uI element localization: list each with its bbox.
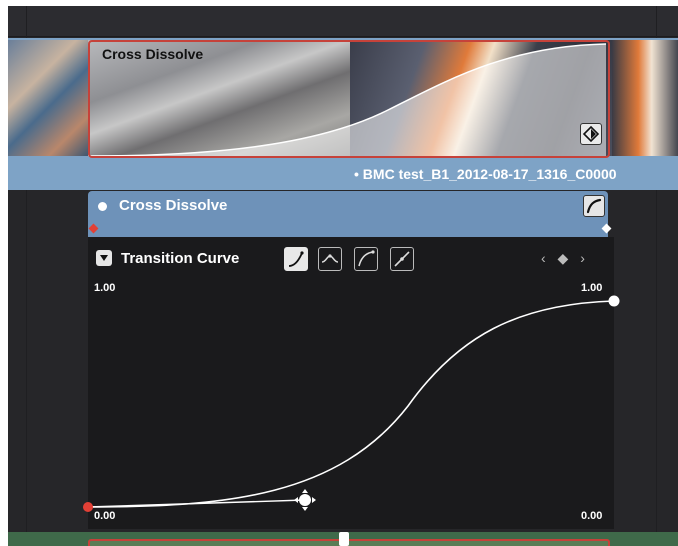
ease-in-out-preset-button[interactable]	[318, 247, 342, 271]
curve-panel-title: Transition Curve	[121, 250, 240, 267]
bezier-handle-icon[interactable]	[294, 489, 316, 511]
ease-in-out-preset-icon	[321, 254, 339, 263]
ease-in-preset-button[interactable]	[284, 247, 308, 271]
following-clip-thumbnail[interactable]	[612, 40, 678, 156]
header-dot-icon	[98, 202, 107, 211]
transition-header-title: Cross Dissolve	[119, 197, 228, 214]
linear-preset-button[interactable]	[390, 247, 414, 271]
start-curve-point[interactable]	[83, 502, 93, 512]
transition-header: Cross Dissolve	[88, 191, 608, 221]
timeline-ruler[interactable]	[8, 6, 678, 37]
ease-in-preset-icon	[288, 251, 304, 267]
linear-preset-icon	[394, 251, 410, 267]
editor-frame: Cross Dissolve • BMC test_B1_2012-08-17_…	[8, 6, 678, 546]
end-curve-point[interactable]	[608, 295, 620, 307]
curve-editor-toggle-button[interactable]	[583, 195, 605, 217]
transition-curve-graph[interactable]	[78, 286, 638, 526]
ease-out-preset-button[interactable]	[354, 247, 378, 271]
curve-icon	[586, 198, 602, 214]
transition-clip-title: Cross Dissolve	[102, 46, 204, 62]
audio-clip[interactable]	[88, 539, 610, 546]
ease-out-preset-icon	[358, 250, 375, 267]
keyframe-strip[interactable]	[88, 221, 608, 237]
keyframe-navigation[interactable]: ‹ ◆ ›	[541, 250, 589, 267]
curve-panel-collapse-button[interactable]	[96, 250, 112, 266]
next-clip-label: • BMC test_B1_2012-08-17_1316_C0000	[354, 166, 617, 182]
transition-marker-icon[interactable]	[580, 123, 602, 145]
chevron-down-icon	[100, 255, 108, 261]
previous-clip-thumbnail[interactable]	[8, 40, 88, 156]
playhead-handle[interactable]	[339, 532, 349, 546]
